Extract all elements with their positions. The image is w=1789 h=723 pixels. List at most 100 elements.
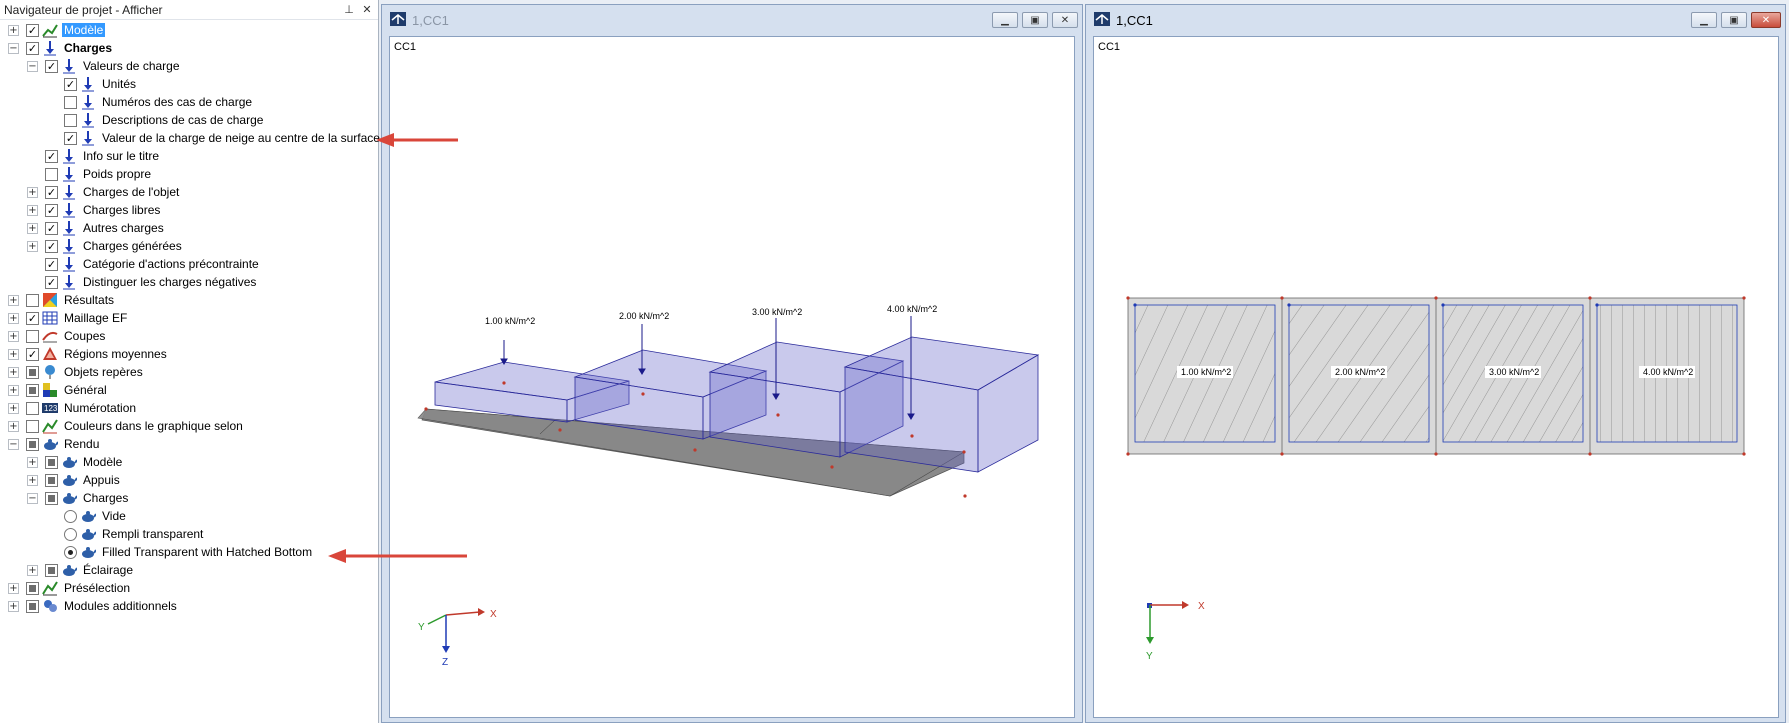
tree-item[interactable]: + ✓ Charges de l'objet <box>27 183 181 201</box>
checkbox[interactable]: ✓ <box>26 23 39 37</box>
view-canvas-plan[interactable]: CC1 1.00 kN/m^2 2.00 kN/m^2 3.00 kN/m^2 … <box>1093 36 1779 718</box>
tree-item[interactable]: + ✓ Modèle <box>8 21 106 39</box>
window-titlebar[interactable]: 1,CC1 ▁ ▣ ✕ <box>382 5 1082 35</box>
checkbox[interactable]: ✓ <box>45 59 58 73</box>
expand-icon[interactable]: + <box>8 24 19 36</box>
checkbox[interactable] <box>26 401 39 415</box>
expand-icon[interactable]: + <box>27 564 38 576</box>
tree-item[interactable]: + Appuis <box>27 471 122 489</box>
tree-item[interactable]: + Résultats <box>8 291 116 309</box>
tree-item[interactable]: + Modules additionnels <box>8 597 179 615</box>
checkbox[interactable]: ✓ <box>45 149 58 163</box>
collapse-icon[interactable]: − <box>27 492 38 504</box>
tree-item[interactable]: ✓ Catégorie d'actions précontrainte <box>27 255 261 273</box>
minimize-button[interactable]: ▁ <box>992 12 1018 28</box>
radio-button[interactable] <box>64 527 77 541</box>
checkbox[interactable] <box>26 599 39 613</box>
tree-item[interactable]: Descriptions de cas de charge <box>46 111 265 129</box>
graphic-window-plan[interactable]: 1,CC1 ▁ ▣ ✕ CC1 1.00 kN/m^2 2.00 kN/m^2 … <box>1085 4 1786 723</box>
checkbox[interactable]: ✓ <box>26 347 39 361</box>
tree-item[interactable]: ✓ Distinguer les charges négatives <box>27 273 258 291</box>
tree-item[interactable]: + ✓ Charges générées <box>27 237 184 255</box>
tree-item[interactable]: ✓ Valeur de la charge de neige au centre … <box>46 129 382 147</box>
tree-item[interactable]: Filled Transparent with Hatched Bottom <box>46 543 314 561</box>
tree-item[interactable]: + Général <box>8 381 109 399</box>
checkbox[interactable]: ✓ <box>26 41 39 55</box>
expand-icon[interactable]: + <box>8 294 19 306</box>
expand-icon[interactable]: + <box>8 600 19 612</box>
radio-button[interactable] <box>64 509 77 523</box>
checkbox[interactable]: ✓ <box>26 311 39 325</box>
collapse-icon[interactable]: − <box>8 42 19 54</box>
tree-item[interactable]: + Modèle <box>27 453 124 471</box>
model-plan-view[interactable]: 1.00 kN/m^2 2.00 kN/m^2 3.00 kN/m^2 4.00… <box>1094 37 1780 719</box>
tree-item[interactable]: − Charges <box>27 489 130 507</box>
maximize-button[interactable]: ▣ <box>1022 12 1048 28</box>
tree-item[interactable]: Poids propre <box>27 165 153 183</box>
tree-item[interactable]: + Éclairage <box>27 561 135 579</box>
expand-icon[interactable]: + <box>27 204 38 216</box>
checkbox[interactable] <box>64 113 77 127</box>
minimize-button[interactable]: ▁ <box>1691 12 1717 28</box>
tree-item[interactable]: ✓ Unités <box>46 75 138 93</box>
expand-icon[interactable]: + <box>8 420 19 432</box>
tree-item[interactable]: + Objets repères <box>8 363 145 381</box>
checkbox[interactable] <box>26 581 39 595</box>
checkbox[interactable] <box>45 167 58 181</box>
tree-item[interactable]: +123 Numérotation <box>8 399 138 417</box>
checkbox[interactable]: ✓ <box>64 131 77 145</box>
tree-item[interactable]: + ✓ Régions moyennes <box>8 345 169 363</box>
expand-icon[interactable]: + <box>8 330 19 342</box>
tree-item[interactable]: Numéros des cas de charge <box>46 93 254 111</box>
expand-icon[interactable]: + <box>8 366 19 378</box>
checkbox[interactable] <box>26 383 39 397</box>
checkbox[interactable]: ✓ <box>45 239 58 253</box>
expand-icon[interactable]: + <box>27 186 38 198</box>
expand-icon[interactable]: + <box>8 348 19 360</box>
tree-item[interactable]: Vide <box>46 507 128 525</box>
expand-icon[interactable]: + <box>27 474 38 486</box>
expand-icon[interactable]: + <box>8 402 19 414</box>
tree-item[interactable]: − Rendu <box>8 435 101 453</box>
checkbox[interactable]: ✓ <box>45 221 58 235</box>
window-titlebar[interactable]: 1,CC1 ▁ ▣ ✕ <box>1086 5 1785 35</box>
tree-item[interactable]: + ✓ Charges libres <box>27 201 162 219</box>
model-3d-view[interactable]: 1.00 kN/m^2 2.00 kN/m^2 3.00 kN/m^2 4.00… <box>390 37 1076 719</box>
checkbox[interactable] <box>26 365 39 379</box>
checkbox[interactable]: ✓ <box>45 275 58 289</box>
collapse-icon[interactable]: − <box>8 438 19 450</box>
checkbox[interactable] <box>45 491 58 505</box>
checkbox[interactable] <box>26 329 39 343</box>
tree-item[interactable]: ✓ Info sur le titre <box>27 147 161 165</box>
close-icon[interactable]: ✕ <box>360 3 374 16</box>
checkbox[interactable]: ✓ <box>64 77 77 91</box>
view-canvas-3d[interactable]: CC1 1.00 kN/m^2 2.00 kN/m^2 3.00 kN/m^2 … <box>389 36 1075 718</box>
maximize-button[interactable]: ▣ <box>1721 12 1747 28</box>
radio-button[interactable] <box>64 545 77 559</box>
expand-icon[interactable]: + <box>8 384 19 396</box>
close-button[interactable]: ✕ <box>1052 12 1078 28</box>
checkbox[interactable]: ✓ <box>45 257 58 271</box>
tree-item[interactable]: + ✓ Autres charges <box>27 219 166 237</box>
tree-item[interactable]: + ✓ Maillage EF <box>8 309 129 327</box>
tree-item[interactable]: − ✓ Valeurs de charge <box>27 57 182 75</box>
checkbox[interactable]: ✓ <box>45 203 58 217</box>
checkbox[interactable] <box>45 473 58 487</box>
pin-icon[interactable]: ⊥ <box>342 3 356 16</box>
collapse-icon[interactable]: − <box>27 60 38 72</box>
tree-item[interactable]: − ✓ Charges <box>8 39 114 57</box>
expand-icon[interactable]: + <box>8 312 19 324</box>
tree-item[interactable]: + Présélection <box>8 579 132 597</box>
checkbox[interactable] <box>26 419 39 433</box>
expand-icon[interactable]: + <box>27 222 38 234</box>
expand-icon[interactable]: + <box>27 456 38 468</box>
tree-item[interactable]: + Couleurs dans le graphique selon <box>8 417 245 435</box>
checkbox[interactable] <box>64 95 77 109</box>
checkbox[interactable] <box>26 293 39 307</box>
tree-item[interactable]: Rempli transparent <box>46 525 205 543</box>
graphic-window-3d[interactable]: 1,CC1 ▁ ▣ ✕ CC1 1.00 kN/m^2 2.00 kN/m^2 … <box>381 4 1083 723</box>
close-button[interactable]: ✕ <box>1751 12 1781 28</box>
checkbox[interactable] <box>45 563 58 577</box>
checkbox[interactable]: ✓ <box>45 185 58 199</box>
expand-icon[interactable]: + <box>8 582 19 594</box>
